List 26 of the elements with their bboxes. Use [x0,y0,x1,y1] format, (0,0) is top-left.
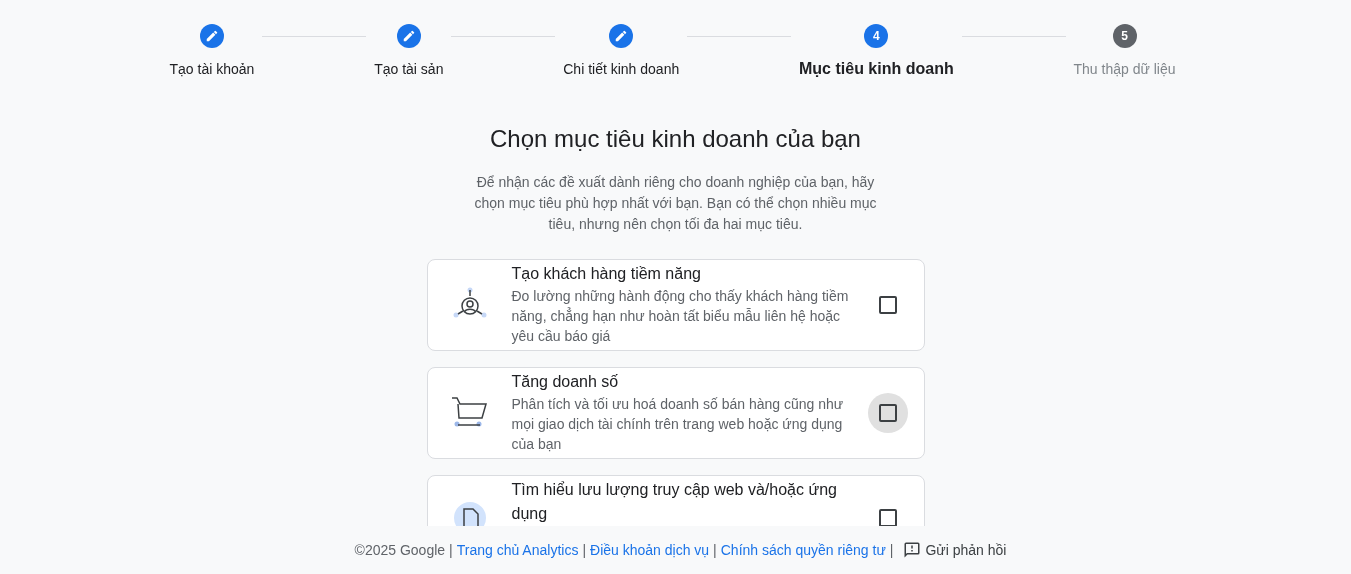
separator: | [449,542,453,558]
step-label: Thu thập dữ liệu [1073,61,1176,77]
objective-title: Tăng doanh số [511,372,620,392]
step-label: Tạo tài khoản [169,61,255,77]
objective-description: Đo lường những hành động cho thấy khách hàng tiềm năng, chẳng hạn như hoàn tất biểu mẫu liên hệ hoặc yêu cầu báo giá [511,287,850,346]
intro-text: Để nhận các đề xuất dành riêng cho doanh nghiệp của bạn, hãy chọn mục tiêu phù hợp nhất với bạn. Bạn có thể chọn nhiều mục tiêu, nhưng nên chọn tối đa hai mục tiêu. [473,173,878,234]
separator: | [889,542,894,558]
objective-description: Phân tích và tối ưu hoá doanh số bán hàng cũng như mọi giao dịch tài chính trên trang web hoặc ứng dụng của bạn [511,395,845,454]
page-heading: Chọn mục tiêu kinh doanh của bạn [490,125,861,153]
step-label: Tạo tài sản [374,61,444,77]
footer-link[interactable]: Trang chủ Analytics [456,542,579,558]
copyright-text: ©2025 Google [354,542,446,558]
objective-title: Tạo khách hàng tiềm năng [511,264,702,284]
separator: | [713,542,717,558]
footer-link[interactable]: Điều khoản dịch vụ [590,542,710,558]
objective-card[interactable]: Tạo khách hàng tiềm năng Đo lường những hành động cho thấy khách hàng tiềm năng, chẳng hạn như hoàn tất biểu mẫu liên hệ hoặc yêu cầu báo giá [426,259,925,351]
footer-link[interactable]: Chính sách quyền riêng tư [720,542,886,558]
step-label: Chi tiết kinh doanh [563,61,680,77]
objective-card[interactable]: Tăng doanh số Phân tích và tối ưu hoá doanh số bán hàng cũng như mọi giao dịch tài chính trên trang web hoặc ứng dụng của bạn [426,367,925,459]
separator: | [582,542,587,558]
objective-title: Tìm hiểu lưu lượng truy cập web và/hoặc ứng dụng [511,480,838,524]
feedback-link[interactable]: Gửi phản hồi [925,542,1007,558]
step-number: 5 [1112,24,1137,48]
step-label: Mục tiêu kinh doanh [799,60,954,78]
step-number: 4 [864,24,889,48]
objective-card[interactable]: Tìm hiểu lưu lượng truy cập web và/hoặc ứng dụng [426,475,925,526]
